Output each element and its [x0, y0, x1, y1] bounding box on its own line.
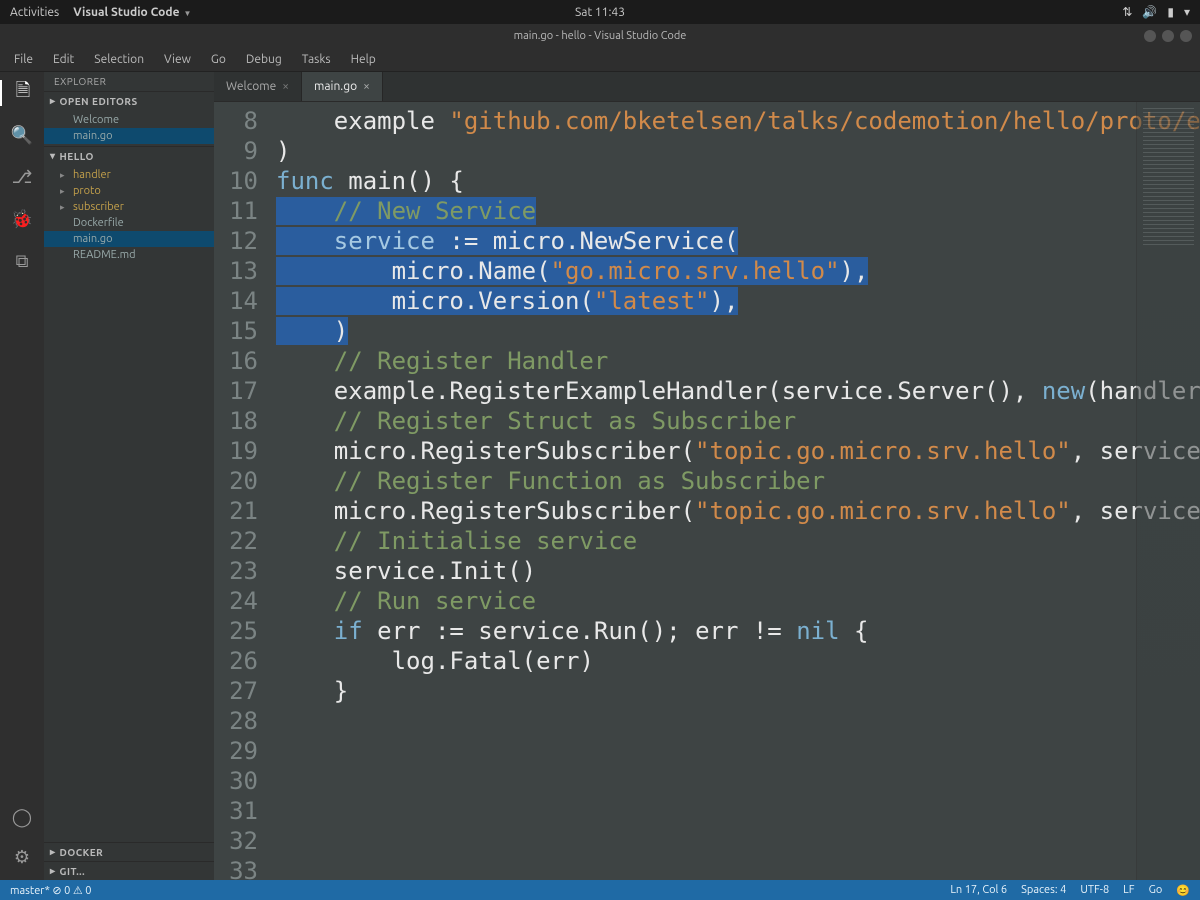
- code-line[interactable]: log.Fatal(err): [276, 646, 1200, 676]
- accounts-icon[interactable]: ◯: [9, 804, 35, 830]
- battery-icon[interactable]: ▮: [1167, 5, 1174, 19]
- source-control-icon[interactable]: ⎇: [9, 164, 35, 190]
- status-item[interactable]: Ln 17, Col 6: [950, 884, 1007, 897]
- vscode-titlebar: main.go - hello - Visual Studio Code: [0, 24, 1200, 48]
- minimap[interactable]: [1136, 102, 1200, 880]
- editor-tabs: Welcome×main.go×: [214, 72, 1200, 102]
- debug-icon[interactable]: 🐞: [9, 206, 35, 232]
- status-item[interactable]: Spaces: 4: [1021, 884, 1066, 897]
- network-icon[interactable]: ⇅: [1122, 5, 1132, 19]
- status-item[interactable]: master*: [10, 885, 50, 897]
- status-item[interactable]: 😊: [1176, 884, 1190, 897]
- menu-selection[interactable]: Selection: [86, 51, 152, 68]
- menu-help[interactable]: Help: [343, 51, 384, 68]
- open-editors-list: Welcomemain.go: [44, 110, 214, 146]
- menu-go[interactable]: Go: [203, 51, 234, 68]
- file-item[interactable]: Dockerfile: [44, 215, 214, 231]
- extensions-icon[interactable]: ⧉: [9, 248, 35, 274]
- menu-view[interactable]: View: [156, 51, 199, 68]
- status-item[interactable]: ⊘ 0 ⚠ 0: [52, 885, 91, 897]
- code-line[interactable]: // Register Struct as Subscriber: [276, 406, 1200, 436]
- folder-item[interactable]: ▸subscriber: [44, 199, 214, 215]
- status-bar: master* ⊘ 0 ⚠ 0 Ln 17, Col 6 Spaces: 4 UTF…: [0, 880, 1200, 900]
- open-editor-item[interactable]: Welcome: [44, 112, 214, 128]
- search-icon[interactable]: 🔍: [9, 122, 35, 148]
- menu-tasks[interactable]: Tasks: [294, 51, 339, 68]
- code-line[interactable]: micro.Name("go.micro.srv.hello"),: [276, 256, 1200, 286]
- close-tab-icon[interactable]: ×: [282, 80, 289, 93]
- code-line[interactable]: service := micro.NewService(: [276, 226, 1200, 256]
- file-item[interactable]: README.md: [44, 247, 214, 263]
- code-line[interactable]: if err := service.Run(); err != nil {: [276, 616, 1200, 646]
- code-editor[interactable]: 8910111213141516171819202122232425262728…: [214, 102, 1200, 880]
- code-line[interactable]: // Register Function as Subscriber: [276, 466, 1200, 496]
- explorer-sidebar: EXPLORER ▸OPEN EDITORS Welcomemain.go ▾H…: [44, 72, 214, 880]
- gnome-clock[interactable]: Sat 11:43: [403, 6, 796, 19]
- code-line[interactable]: micro.Version("latest"),: [276, 286, 1200, 316]
- power-icon[interactable]: ▾: [1184, 5, 1190, 19]
- open-editor-item[interactable]: main.go: [44, 128, 214, 144]
- volume-icon[interactable]: 🔊: [1142, 5, 1157, 19]
- window-title: main.go - hello - Visual Studio Code: [70, 30, 1130, 42]
- menu-edit[interactable]: Edit: [45, 51, 82, 68]
- code-line[interactable]: }: [276, 676, 1200, 706]
- code-line[interactable]: example "github.com/bketelsen/talks/code…: [276, 106, 1200, 136]
- window-close-button[interactable]: [1180, 30, 1192, 42]
- sidebar-section-collapsed[interactable]: ▸GIT...: [44, 861, 214, 880]
- file-tree: ▸handler▸proto▸subscriberDockerfilemain.…: [44, 165, 214, 265]
- settings-gear-icon[interactable]: ⚙: [9, 844, 35, 870]
- explorer-title: EXPLORER: [44, 72, 214, 91]
- status-item[interactable]: LF: [1123, 884, 1134, 897]
- activity-bar: 🗎 🔍 ⎇ 🐞 ⧉ ◯ ⚙: [0, 72, 44, 880]
- folder-item[interactable]: ▸proto: [44, 183, 214, 199]
- menu-debug[interactable]: Debug: [238, 51, 290, 68]
- code-line[interactable]: ): [276, 316, 1200, 346]
- explorer-icon[interactable]: 🗎: [0, 80, 44, 106]
- editor-area: Welcome×main.go× 89101112131415161718192…: [214, 72, 1200, 880]
- code-content[interactable]: example "github.com/bketelsen/talks/code…: [270, 102, 1200, 880]
- status-item[interactable]: Go: [1149, 884, 1163, 897]
- gnome-app-menu[interactable]: Visual Studio Code▼: [73, 6, 191, 19]
- code-line[interactable]: func main() {: [276, 166, 1200, 196]
- vscode-menubar: File Edit Selection View Go Debug Tasks …: [0, 48, 1200, 72]
- code-line[interactable]: // Register Handler: [276, 346, 1200, 376]
- file-item[interactable]: main.go: [44, 231, 214, 247]
- line-number-gutter: 8910111213141516171819202122232425262728…: [214, 102, 270, 880]
- editor-tab[interactable]: Welcome×: [214, 72, 302, 101]
- code-line[interactable]: micro.RegisterSubscriber("topic.go.micro…: [276, 436, 1200, 466]
- code-line[interactable]: ): [276, 136, 1200, 166]
- close-tab-icon[interactable]: ×: [363, 80, 370, 93]
- sidebar-section-collapsed[interactable]: ▸DOCKER: [44, 842, 214, 861]
- gnome-top-bar: Activities Visual Studio Code▼ Sat 11:43…: [0, 0, 1200, 24]
- code-line[interactable]: // New Service: [276, 196, 1200, 226]
- editor-tab[interactable]: main.go×: [302, 72, 383, 101]
- window-minimize-button[interactable]: [1144, 30, 1156, 42]
- code-line[interactable]: service.Init(): [276, 556, 1200, 586]
- code-line[interactable]: example.RegisterExampleHandler(service.S…: [276, 376, 1200, 406]
- gnome-activities[interactable]: Activities: [10, 6, 59, 19]
- window-maximize-button[interactable]: [1162, 30, 1174, 42]
- code-line[interactable]: // Run service: [276, 586, 1200, 616]
- code-line[interactable]: // Initialise service: [276, 526, 1200, 556]
- menu-file[interactable]: File: [6, 51, 41, 68]
- workspace-header[interactable]: ▾HELLO: [44, 146, 214, 165]
- folder-item[interactable]: ▸handler: [44, 167, 214, 183]
- code-line[interactable]: micro.RegisterSubscriber("topic.go.micro…: [276, 496, 1200, 526]
- status-item[interactable]: UTF-8: [1080, 884, 1109, 897]
- open-editors-header[interactable]: ▸OPEN EDITORS: [44, 91, 214, 110]
